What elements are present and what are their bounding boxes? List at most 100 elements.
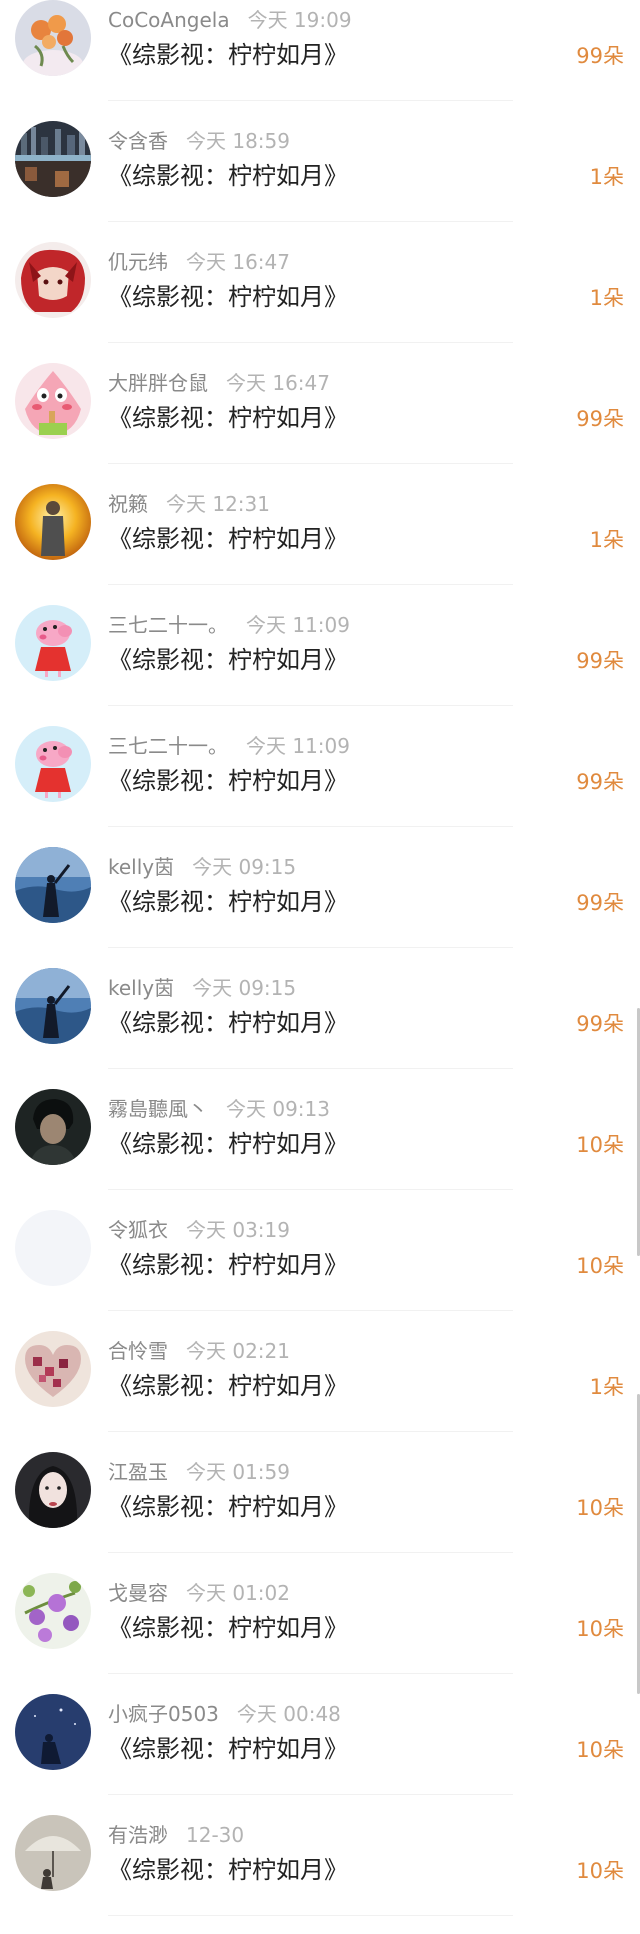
timestamp: 今天 16:47 — [226, 371, 330, 395]
puzzle-heart-avatar[interactable] — [15, 1331, 91, 1407]
book-title[interactable]: 《综影视：柠柠如月》 — [108, 403, 348, 433]
list-item[interactable]: 令含香 今天 18:59 《综影视：柠柠如月》 1朵 — [0, 121, 640, 242]
dark-portrait-avatar[interactable] — [15, 1089, 91, 1165]
list-item[interactable]: 有浩渺 12-30 《综影视：柠柠如月》 10朵 — [0, 1815, 640, 1934]
gift-count: 99朵 — [576, 407, 624, 431]
list-item[interactable]: 江盈玉 今天 01:59 《综影视：柠柠如月》 10朵 — [0, 1452, 640, 1573]
user-name-row: kelly茵 今天 09:15 — [108, 855, 296, 879]
book-title[interactable]: 《综影视：柠柠如月》 — [108, 645, 348, 675]
divider — [108, 1189, 513, 1190]
divider — [108, 947, 513, 948]
timestamp: 今天 11:09 — [246, 613, 350, 637]
book-title[interactable]: 《综影视：柠柠如月》 — [108, 1008, 348, 1038]
blank-avatar[interactable] — [15, 1210, 91, 1286]
woman-portrait-avatar[interactable] — [15, 1452, 91, 1528]
gift-count: 10朵 — [576, 1496, 624, 1520]
gift-count: 10朵 — [576, 1617, 624, 1641]
book-title[interactable]: 《综影视：柠柠如月》 — [108, 1855, 348, 1885]
divider — [108, 826, 513, 827]
divider — [108, 1431, 513, 1432]
user-name[interactable]: 有浩渺 — [108, 1823, 168, 1847]
user-name-row: 有浩渺 12-30 — [108, 1823, 244, 1847]
gift-count: 99朵 — [576, 770, 624, 794]
user-name[interactable]: 三七二十一。 — [108, 734, 228, 758]
gift-count: 1朵 — [589, 165, 624, 189]
patrick-star-avatar[interactable] — [15, 363, 91, 439]
red-hair-anime-avatar[interactable] — [15, 242, 91, 318]
timestamp: 今天 01:02 — [186, 1581, 290, 1605]
divider — [108, 1915, 513, 1916]
timestamp: 今天 12:31 — [166, 492, 270, 516]
book-title[interactable]: 《综影视：柠柠如月》 — [108, 161, 348, 191]
silhouette-sky-avatar[interactable] — [15, 968, 91, 1044]
user-name[interactable]: 令狐衣 — [108, 1218, 168, 1242]
user-name[interactable]: 三七二十一。 — [108, 613, 228, 637]
peppa-pig-avatar[interactable] — [15, 726, 91, 802]
list-item[interactable]: 三七二十一。 今天 11:09 《综影视：柠柠如月》 99朵 — [0, 726, 640, 847]
timestamp: 今天 16:47 — [186, 250, 290, 274]
list-item[interactable]: 大胖胖仓鼠 今天 16:47 《综影视：柠柠如月》 99朵 — [0, 363, 640, 484]
timestamp: 今天 02:21 — [186, 1339, 290, 1363]
user-name-row: 令含香 今天 18:59 — [108, 129, 290, 153]
book-title[interactable]: 《综影视：柠柠如月》 — [108, 1371, 348, 1401]
user-name-row: 大胖胖仓鼠 今天 16:47 — [108, 371, 330, 395]
gift-count: 10朵 — [576, 1738, 624, 1762]
umbrella-avatar[interactable] — [15, 1815, 91, 1891]
user-name[interactable]: 令含香 — [108, 129, 168, 153]
divider — [108, 1310, 513, 1311]
cityscape-avatar[interactable] — [15, 121, 91, 197]
user-name-row: 霧島聽風丶 今天 09:13 — [108, 1097, 330, 1121]
purple-flowers-avatar[interactable] — [15, 1573, 91, 1649]
divider — [108, 1068, 513, 1069]
user-name-row: 三七二十一。 今天 11:09 — [108, 613, 350, 637]
silhouette-sky-avatar[interactable] — [15, 847, 91, 923]
book-title[interactable]: 《综影视：柠柠如月》 — [108, 766, 348, 796]
user-name[interactable]: 合怜雪 — [108, 1339, 168, 1363]
user-name-row: 小疯子0503 今天 00:48 — [108, 1702, 341, 1726]
book-title[interactable]: 《综影视：柠柠如月》 — [108, 1250, 348, 1280]
flowers-avatar[interactable] — [15, 0, 91, 76]
user-name[interactable]: kelly茵 — [108, 976, 174, 1000]
list-item[interactable]: 三七二十一。 今天 11:09 《综影视：柠柠如月》 99朵 — [0, 605, 640, 726]
gift-count: 99朵 — [576, 649, 624, 673]
user-name[interactable]: CoCoAngela — [108, 8, 230, 32]
book-title[interactable]: 《综影视：柠柠如月》 — [108, 282, 348, 312]
user-name[interactable]: 小疯子0503 — [108, 1702, 219, 1726]
night-sky-avatar[interactable] — [15, 1694, 91, 1770]
book-title[interactable]: 《综影视：柠柠如月》 — [108, 1492, 348, 1522]
gift-count: 10朵 — [576, 1859, 624, 1883]
person-golden-halo-avatar[interactable] — [15, 484, 91, 560]
book-title[interactable]: 《综影视：柠柠如月》 — [108, 524, 348, 554]
peppa-pig-avatar[interactable] — [15, 605, 91, 681]
book-title[interactable]: 《综影视：柠柠如月》 — [108, 1734, 348, 1764]
list-item[interactable]: 小疯子0503 今天 00:48 《综影视：柠柠如月》 10朵 — [0, 1694, 640, 1815]
timestamp: 今天 01:59 — [186, 1460, 290, 1484]
list-item[interactable]: 合怜雪 今天 02:21 《综影视：柠柠如月》 1朵 — [0, 1331, 640, 1452]
list-item[interactable]: 祝籁 今天 12:31 《综影视：柠柠如月》 1朵 — [0, 484, 640, 605]
list-item[interactable]: CoCoAngela 今天 19:09 《综影视：柠柠如月》 99朵 — [0, 0, 640, 121]
user-name-row: 令狐衣 今天 03:19 — [108, 1218, 290, 1242]
timestamp: 今天 11:09 — [246, 734, 350, 758]
user-name[interactable]: kelly茵 — [108, 855, 174, 879]
user-name[interactable]: 戈曼容 — [108, 1581, 168, 1605]
book-title[interactable]: 《综影视：柠柠如月》 — [108, 887, 348, 917]
list-item[interactable]: 仉元纬 今天 16:47 《综影视：柠柠如月》 1朵 — [0, 242, 640, 363]
list-item[interactable]: kelly茵 今天 09:15 《综影视：柠柠如月》 99朵 — [0, 968, 640, 1089]
divider — [108, 342, 513, 343]
book-title[interactable]: 《综影视：柠柠如月》 — [108, 1613, 348, 1643]
user-name[interactable]: 仉元纬 — [108, 250, 168, 274]
user-name[interactable]: 大胖胖仓鼠 — [108, 371, 208, 395]
list-item[interactable]: 戈曼容 今天 01:02 《综影视：柠柠如月》 10朵 — [0, 1573, 640, 1694]
gift-count: 1朵 — [589, 1375, 624, 1399]
list-item[interactable]: kelly茵 今天 09:15 《综影视：柠柠如月》 99朵 — [0, 847, 640, 968]
user-name[interactable]: 霧島聽風丶 — [108, 1097, 208, 1121]
user-name-row: 三七二十一。 今天 11:09 — [108, 734, 350, 758]
book-title[interactable]: 《综影视：柠柠如月》 — [108, 1129, 348, 1159]
list-item[interactable]: 令狐衣 今天 03:19 《综影视：柠柠如月》 10朵 — [0, 1210, 640, 1331]
book-title[interactable]: 《综影视：柠柠如月》 — [108, 40, 348, 70]
user-name[interactable]: 祝籁 — [108, 492, 148, 516]
user-name[interactable]: 江盈玉 — [108, 1460, 168, 1484]
user-name-row: 仉元纬 今天 16:47 — [108, 250, 290, 274]
user-name-row: 祝籁 今天 12:31 — [108, 492, 270, 516]
list-item[interactable]: 霧島聽風丶 今天 09:13 《综影视：柠柠如月》 10朵 — [0, 1089, 640, 1210]
